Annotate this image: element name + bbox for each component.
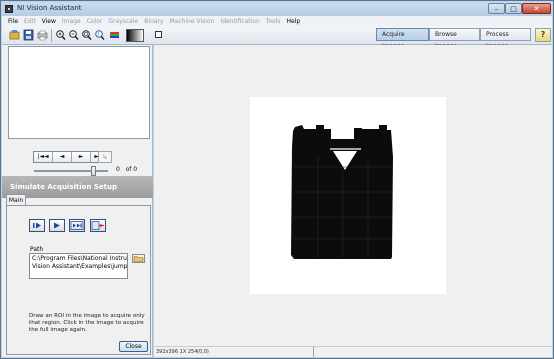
maximize-button[interactable]: □: [505, 3, 522, 14]
roi-instructions: Draw an ROI in the image to acquire only…: [29, 313, 145, 333]
gradient-palette-swatch[interactable]: [126, 29, 144, 42]
zoom-reset-icon[interactable]: 1: [94, 29, 105, 41]
menu-tools[interactable]: Tools: [266, 18, 281, 25]
image-display-area[interactable]: [154, 45, 552, 346]
menu-image[interactable]: Image: [62, 18, 81, 25]
store-images-icon[interactable]: [90, 219, 106, 232]
app-window: NI Vision Assistant – □ ✕ File Edit View…: [0, 0, 554, 359]
print-icon[interactable]: [37, 29, 48, 41]
cursor-coordinate-status: (0,0): [197, 349, 209, 355]
help-button[interactable]: ?: [535, 28, 551, 42]
menu-edit[interactable]: Edit: [24, 18, 36, 25]
setup-title: Simulate Acquisition Setup: [10, 183, 118, 191]
acquire-sequence-icon[interactable]: [69, 219, 85, 232]
menu-bar: File Edit View Image Color Grayscale Bin…: [2, 16, 552, 26]
zoom-fit-icon[interactable]: [81, 29, 92, 41]
status-divider: [313, 347, 314, 357]
view-toggle-icon[interactable]: [155, 31, 162, 38]
browse-folder-icon[interactable]: [132, 254, 145, 263]
menu-binary[interactable]: Binary: [144, 18, 163, 25]
toolbar: 1 Acquire Images Browse Images Process I…: [2, 26, 552, 50]
next-image-button[interactable]: ►: [72, 152, 91, 162]
minimize-button[interactable]: –: [488, 3, 505, 14]
toolbar-divider: [51, 29, 52, 42]
menu-file[interactable]: File: [8, 18, 18, 25]
image-counter: 0 of 0: [116, 166, 137, 173]
close-window-button[interactable]: ✕: [522, 3, 551, 14]
mode-tabs: Acquire Images Browse Images Process Ima…: [376, 28, 531, 50]
close-button[interactable]: Close: [119, 341, 148, 352]
tab-acquire-images[interactable]: Acquire Images: [376, 28, 429, 50]
menu-grayscale[interactable]: Grayscale: [108, 18, 138, 25]
zoom-out-icon[interactable]: [68, 29, 79, 41]
menu-identification[interactable]: Identification: [220, 18, 259, 25]
image-slider-thumb[interactable]: [91, 166, 96, 176]
zoom-in-icon[interactable]: [55, 29, 66, 41]
window-title: NI Vision Assistant: [17, 4, 82, 12]
path-label: Path: [30, 246, 44, 253]
menu-machine-vision[interactable]: Machine Vision: [169, 18, 214, 25]
left-panel: |◄◄ ◄ ► ►►| ↳ 0 of 0 Simulate Acquisitio…: [2, 45, 153, 357]
setup-tab-panel: Path C:\Program Files\National Instrumen…: [6, 205, 151, 355]
counter-current: 0: [116, 166, 120, 173]
menu-color[interactable]: Color: [87, 18, 103, 25]
goto-image-button[interactable]: ↳: [98, 151, 112, 163]
acquire-icon[interactable]: [9, 29, 20, 41]
tab-browse-images[interactable]: Browse Images: [429, 28, 480, 50]
menu-view[interactable]: View: [42, 18, 56, 25]
previous-image-button[interactable]: ◄: [53, 152, 72, 162]
acquire-single-icon[interactable]: [29, 219, 45, 232]
status-bar: 392x396 1X 254 (0,0): [154, 346, 552, 357]
counter-of: of: [125, 166, 132, 173]
image-browser-thumbnail[interactable]: [8, 46, 150, 139]
palette-icon[interactable]: [109, 29, 120, 41]
acquired-image[interactable]: [250, 97, 446, 294]
tab-process-images[interactable]: Process Images: [480, 28, 531, 50]
title-bar[interactable]: NI Vision Assistant – □ ✕: [2, 2, 552, 16]
jumper-image-graphic: [250, 97, 446, 294]
first-image-button[interactable]: |◄◄: [34, 152, 53, 162]
menu-help[interactable]: Help: [287, 18, 301, 25]
app-logo-icon: [5, 5, 13, 13]
counter-total: 0: [133, 166, 138, 173]
path-field[interactable]: C:\Program Files\National Instruments\ V…: [29, 253, 128, 279]
acquire-continuous-icon[interactable]: [49, 219, 65, 232]
image-size-status: 392x396 1X 254: [156, 349, 198, 355]
save-icon[interactable]: [23, 29, 34, 41]
image-slider-track[interactable]: [34, 170, 108, 172]
